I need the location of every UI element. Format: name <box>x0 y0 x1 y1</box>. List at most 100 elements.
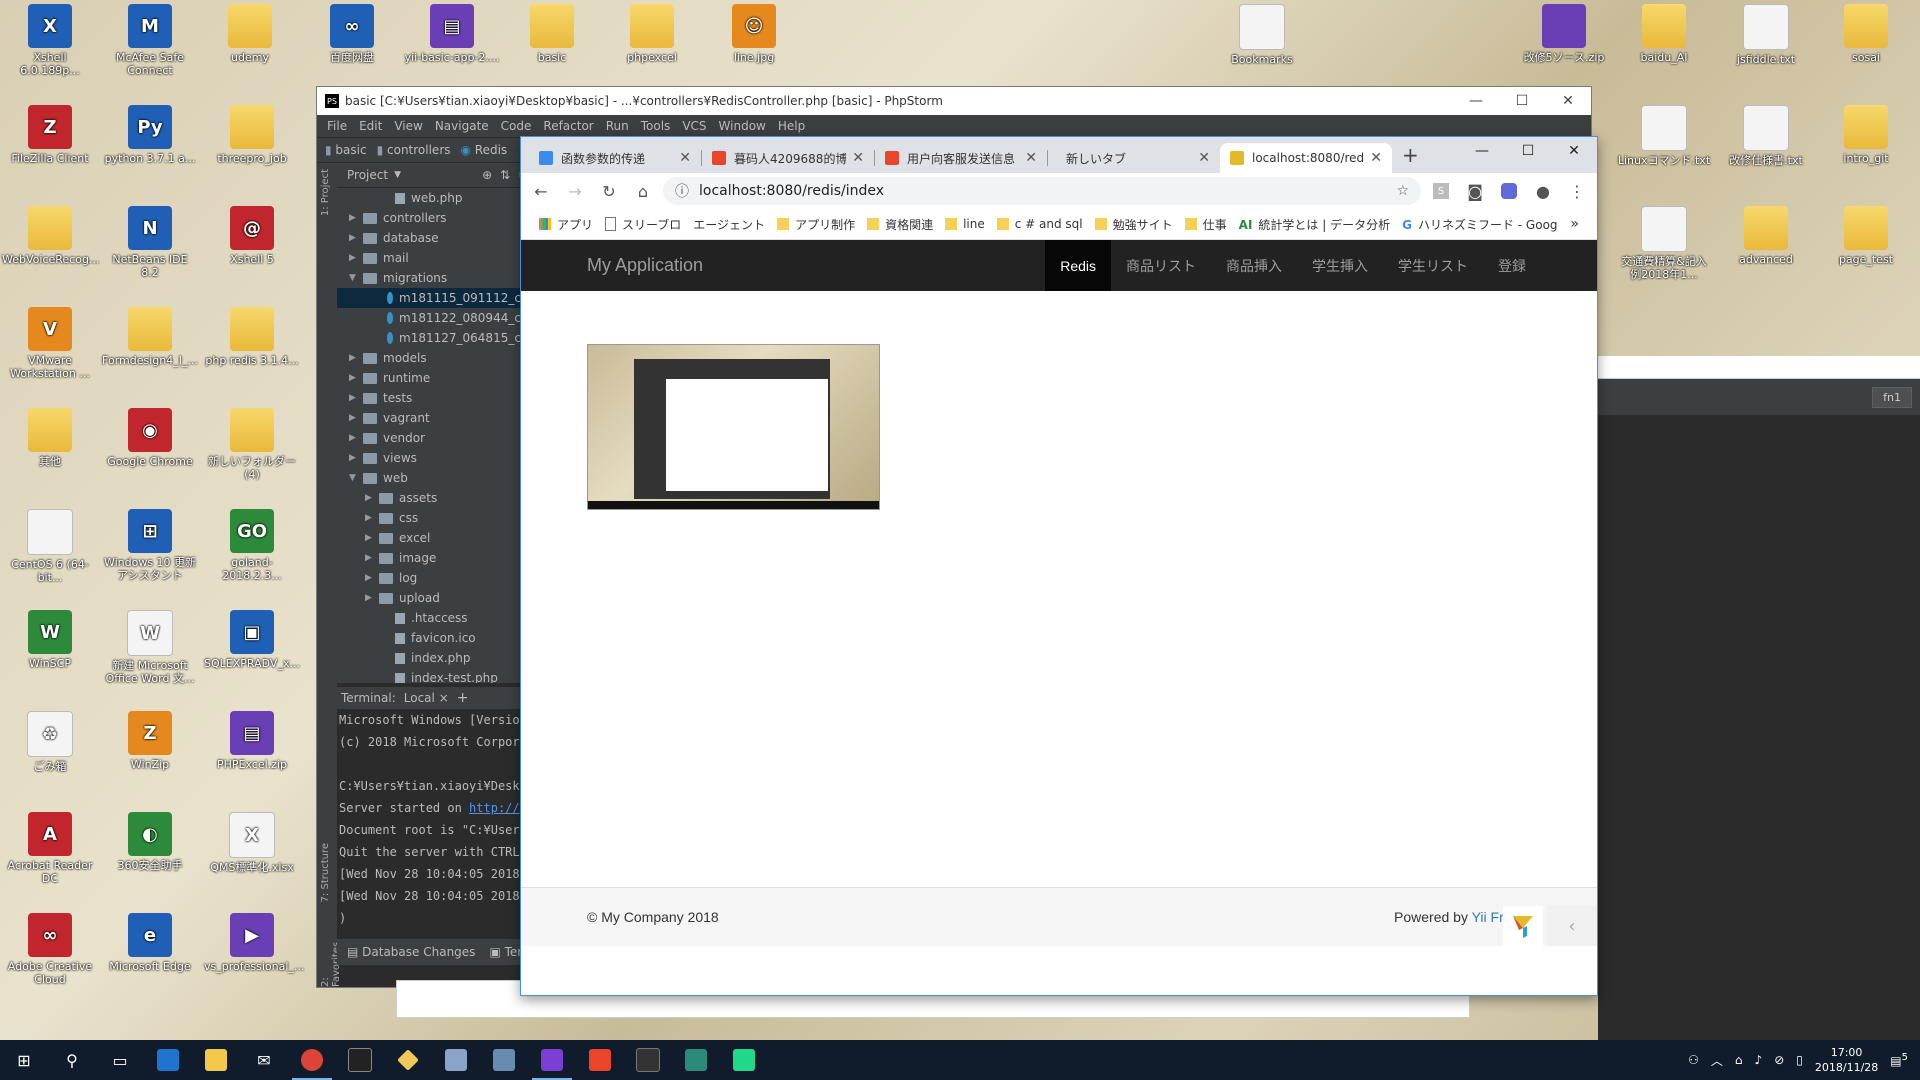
tree-item[interactable]: ▶ vendor <box>337 428 533 448</box>
bookmark-item[interactable]: スリーブロ <box>599 216 687 233</box>
menu-item-navigate[interactable]: Navigate <box>429 119 495 133</box>
profile-icon[interactable]: ● <box>1529 177 1557 205</box>
nav-item[interactable]: 学生リスト <box>1383 240 1483 291</box>
extension-r-icon[interactable] <box>1495 177 1523 205</box>
console-icon[interactable] <box>624 1040 672 1080</box>
desktop-icon[interactable]: A Acrobat Reader DC <box>2 812 98 885</box>
keyboard-icon[interactable]: ▯ <box>1796 1053 1803 1067</box>
new-tab-button[interactable]: + <box>1392 143 1429 173</box>
tool-icon[interactable] <box>480 1040 528 1080</box>
chevron-left-icon[interactable]: ‹ <box>1547 906 1597 946</box>
phpstorm-taskbar-icon[interactable] <box>528 1040 576 1080</box>
project-view-dropdown[interactable]: Project <box>347 168 388 182</box>
bookmark-item[interactable]: アプリ制作 <box>771 216 861 233</box>
desktop-icon[interactable]: ▤ yii-basic-app-2.... <box>404 4 500 64</box>
html-app-icon[interactable] <box>576 1040 624 1080</box>
browser-tab[interactable]: 暮码人4209688的博 ✕ <box>702 143 874 173</box>
chevron-right-icon[interactable]: ▶ <box>365 593 379 603</box>
breadcrumb-item[interactable]: ◉ Redis <box>461 143 508 157</box>
menu-item-code[interactable]: Code <box>495 119 538 133</box>
collapse-icon[interactable]: ⇅ <box>500 168 510 182</box>
desktop-icon[interactable]: N NetBeans IDE 8.2 <box>102 206 198 279</box>
address-bar[interactable]: ⓘ localhost:8080/redis/index ☆ <box>663 177 1421 205</box>
chevron-right-icon[interactable]: ▶ <box>349 253 363 263</box>
chevron-right-icon[interactable]: ▶ <box>349 373 363 383</box>
brand-link[interactable]: My Application <box>587 255 703 276</box>
menu-item-help[interactable]: Help <box>772 119 811 133</box>
tree-item[interactable]: ▶ css <box>337 508 533 528</box>
tree-item[interactable]: ▶ mail <box>337 248 533 268</box>
desktop-icon[interactable]: jsfiddle.txt <box>1718 4 1814 66</box>
nav-item[interactable]: Redis <box>1045 240 1111 291</box>
desktop-icon[interactable]: threepro_job <box>204 105 300 165</box>
chevron-right-icon[interactable]: ▶ <box>349 213 363 223</box>
chevron-down-icon[interactable]: ▼ <box>349 473 363 483</box>
desktop-icon[interactable]: intro_git <box>1818 105 1914 165</box>
desktop-icon[interactable]: advanced <box>1718 206 1814 266</box>
desktop-icon[interactable]: ◉ Google Chrome <box>102 408 198 468</box>
desktop-icon[interactable]: W 新建 Microsoft Office Word 文... <box>102 610 198 685</box>
tree-item[interactable]: m181115_091112_cre <box>337 288 533 308</box>
desktop-icon[interactable]: ▤ PHPExcel.zip <box>204 711 300 771</box>
chevron-right-icon[interactable]: ▶ <box>365 573 379 583</box>
edge-icon[interactable] <box>144 1040 192 1080</box>
desktop-icon[interactable]: 改修5ソース.zip <box>1516 4 1612 64</box>
bookmark-item[interactable]: G ハリネズミフード - Goog <box>1396 216 1563 233</box>
bookmark-item[interactable]: AI 統計学とは | データ分析 <box>1233 216 1396 233</box>
tree-item[interactable]: ▶ excel <box>337 528 533 548</box>
close-icon[interactable]: ✕ <box>1545 93 1591 109</box>
tree-item[interactable]: ▶ views <box>337 448 533 468</box>
desktop-icon[interactable]: @ Xshell 5 <box>204 206 300 266</box>
desktop-icon[interactable]: CentOS 6 (64-bit... <box>2 509 98 584</box>
desktop-icon[interactable]: 其他 <box>2 408 98 468</box>
maximize-icon[interactable]: ☐ <box>1505 137 1551 165</box>
camera-icon[interactable]: ◙ <box>1461 177 1489 205</box>
nav-item[interactable]: 商品リスト <box>1111 240 1211 291</box>
bottom-tab-database-changes[interactable]: ▤ Database Changes <box>347 945 475 959</box>
extension-s-icon[interactable]: S <box>1427 177 1455 205</box>
tree-item[interactable]: ▶ vagrant <box>337 408 533 428</box>
bookmark-item[interactable]: 資格関連 <box>861 216 939 233</box>
desktop-icon[interactable]: ▶ vs_professional_... <box>204 913 304 973</box>
close-tab-icon[interactable]: ✕ <box>1025 150 1037 166</box>
desktop-icon[interactable]: 改修仕様書.txt <box>1718 105 1814 167</box>
bookmark-item[interactable]: line <box>939 216 991 233</box>
chevron-up-icon[interactable]: ︿ <box>1711 1052 1723 1069</box>
desktop-icon[interactable]: Bookmarks <box>1214 4 1310 66</box>
server-url-link[interactable]: http:// <box>469 801 520 815</box>
chevron-right-icon[interactable]: ▶ <box>365 533 379 543</box>
bird-app-icon[interactable] <box>432 1040 480 1080</box>
person-icon[interactable]: ⚇ <box>1688 1053 1699 1067</box>
desktop-icon[interactable]: Formdesign4_I_... <box>102 307 198 367</box>
bookmark-star-icon[interactable]: ☆ <box>1396 183 1409 199</box>
desktop-icon[interactable]: ▣ SQLEXPRADV_x... <box>204 610 300 670</box>
tree-item[interactable]: ▶ tests <box>337 388 533 408</box>
menu-item-tools[interactable]: Tools <box>635 119 677 133</box>
minimize-icon[interactable]: — <box>1459 137 1505 165</box>
run-config-dropdown[interactable]: fn1 <box>1872 386 1912 408</box>
goland-taskbar-icon[interactable] <box>672 1040 720 1080</box>
tree-item[interactable]: ▶ database <box>337 228 533 248</box>
desktop-icon[interactable]: GO goland-2018.2.3... <box>204 509 300 582</box>
browser-tab[interactable]: 用户向客服发送信息 ✕ <box>875 143 1047 173</box>
reload-icon[interactable]: ↻ <box>595 177 623 205</box>
desktop-icon[interactable]: Z FileZilla Client <box>2 105 98 165</box>
notification-icon[interactable]: ▤5 <box>1890 1052 1908 1068</box>
desktop-icon[interactable]: X Xshell 6.0.189p... <box>2 4 98 77</box>
clock[interactable]: 17:00 2018/11/28 <box>1815 1045 1878 1075</box>
browser-tab[interactable]: localhost:8080/redis ✕ <box>1220 143 1392 173</box>
desktop-icon[interactable]: Z WinZip <box>102 711 198 771</box>
chevron-down-icon[interactable]: ▼ <box>349 273 363 283</box>
search-icon[interactable]: ⚲ <box>48 1040 96 1080</box>
volume-icon[interactable]: ♪ <box>1755 1053 1763 1067</box>
terminal-output[interactable]: Microsoft Windows [Version (c) 2018 Micro… <box>337 709 533 929</box>
mail-icon[interactable]: ✉ <box>240 1040 288 1080</box>
chevron-right-icon[interactable]: ▶ <box>349 433 363 443</box>
nav-item[interactable]: 商品挿入 <box>1211 240 1297 291</box>
nav-item[interactable]: 学生挿入 <box>1297 240 1383 291</box>
menu-dots-icon[interactable]: ⋮ <box>1563 177 1591 205</box>
tree-item[interactable]: ▶ assets <box>337 488 533 508</box>
desktop-icon[interactable]: W WinSCP <box>2 610 98 670</box>
task-view-icon[interactable]: ▭ <box>96 1040 144 1080</box>
chevron-right-icon[interactable]: ▶ <box>365 513 379 523</box>
